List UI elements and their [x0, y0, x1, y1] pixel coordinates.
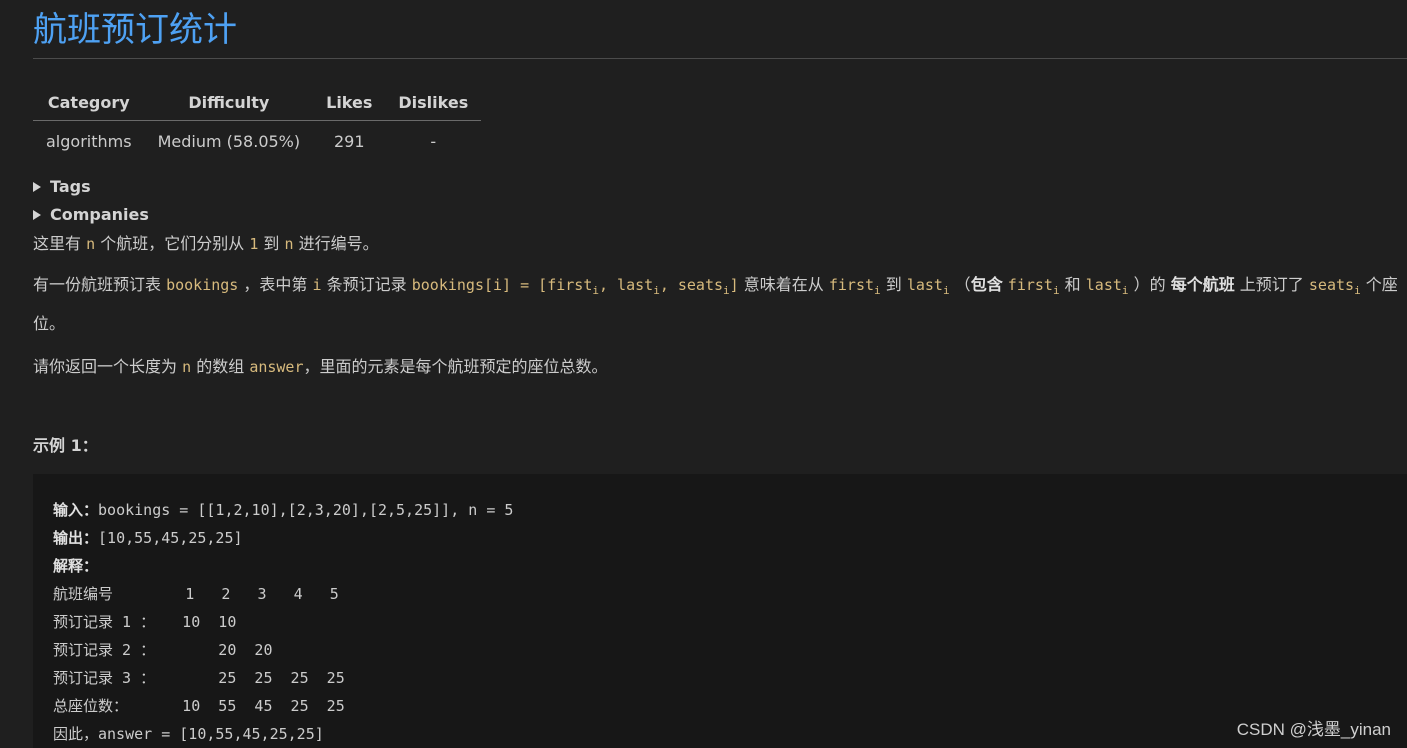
meta-header-likes: Likes [313, 87, 386, 121]
subscript: i [723, 284, 730, 297]
inline-code: lasti [1085, 276, 1129, 297]
input-label: 输入： [53, 501, 99, 519]
text: ）的 [1128, 275, 1171, 294]
text: 个航班，它们分别从 [95, 234, 250, 253]
problem-page: 航班预订统计 Category Difficulty Likes Dislike… [0, 0, 1407, 748]
subscript: i [1354, 284, 1361, 297]
subscript: i [942, 284, 950, 297]
inline-code: seatsi [1308, 276, 1361, 297]
inline-code: n [182, 358, 192, 376]
description-paragraph-3: 请你返回一个长度为 n 的数组 answer，里面的元素是每个航班预定的座位总数… [33, 350, 1407, 384]
meta-value-row: algorithms Medium (58.05%) 291 - [33, 121, 481, 158]
code-part: ] [729, 276, 739, 294]
subscript: i [874, 284, 881, 297]
code-part: , last [599, 276, 654, 294]
text: 条预订记录 [321, 275, 412, 294]
code-part: , seats [659, 276, 724, 294]
text: ，表中第 [238, 275, 313, 294]
text: 意味着在从 [738, 275, 829, 294]
inline-code: bookings[i] = [firsti, lasti, seatsi] [411, 276, 739, 297]
problem-meta-table: Category Difficulty Likes Dislikes algor… [33, 87, 482, 158]
meta-difficulty: Medium (58.05%) [157, 132, 301, 151]
meta-header-row: Category Difficulty Likes Dislikes [33, 87, 482, 121]
bold-text: 包含 [970, 275, 1003, 294]
inline-code: firsti [828, 276, 881, 297]
text: （ [949, 275, 971, 294]
subscript: i [592, 284, 599, 297]
output-label: 输出： [53, 529, 99, 547]
meta-category: algorithms [46, 132, 132, 151]
bold-text: 每个航班 [1170, 275, 1235, 294]
meta-dislikes: - [430, 132, 437, 151]
example-code-block: 输入：bookings = [[1,2,10],[2,3,20],[2,5,25… [33, 474, 1407, 748]
tags-toggle[interactable]: Tags [33, 173, 1407, 201]
code-part: first [1007, 276, 1053, 294]
inline-code: answer [249, 358, 304, 376]
inline-code: i [312, 276, 322, 294]
meta-header-category: Category [33, 87, 145, 121]
meta-header-dislikes: Dislikes [385, 87, 482, 121]
explain-line: 预订记录 3 ： 25 25 25 25 [53, 669, 345, 687]
code-part: seats [1308, 276, 1355, 294]
inline-code: 1 [249, 235, 259, 253]
input-value: bookings = [[1,2,10],[2,3,20],[2,5,25]],… [98, 501, 514, 519]
text: 和 [1059, 275, 1086, 294]
explain-line: 预订记录 2 ： 20 20 [53, 641, 273, 659]
inline-code: n [86, 235, 96, 253]
page-title: 航班预订统计 [33, 0, 1407, 59]
explain-line: 预订记录 1 ： 10 10 [53, 613, 237, 631]
description-paragraph-1: 这里有 n 个航班，它们分别从 1 到 n 进行编号。 [33, 227, 1407, 261]
explain-line: 航班编号 1 2 3 4 5 [53, 585, 339, 603]
code-part: last [906, 276, 943, 294]
text: 到 [258, 234, 285, 253]
inline-code: lasti [906, 276, 950, 297]
subscript: i [1121, 284, 1129, 297]
example-heading: 示例 1： [33, 436, 98, 455]
tags-label: Tags [50, 177, 91, 196]
meta-header-difficulty: Difficulty [144, 87, 314, 121]
text: 这里有 [33, 234, 87, 253]
companies-label: Companies [50, 205, 149, 224]
explain-line: 因此，answer = [10,55,45,25,25] [53, 725, 324, 743]
meta-likes: 291 [333, 132, 365, 151]
code-part: first [828, 276, 875, 294]
text: 进行编号。 [293, 234, 379, 253]
expand-triangle-icon [33, 210, 41, 220]
csdn-watermark: CSDN @浅墨_yinan [1236, 720, 1391, 739]
inline-code: n [284, 235, 294, 253]
text: 到 [880, 275, 907, 294]
text: 请你返回一个长度为 [33, 357, 183, 376]
output-value: [10,55,45,25,25] [98, 529, 243, 547]
companies-toggle[interactable]: Companies [33, 201, 1407, 229]
inline-code: firsti [1007, 276, 1060, 297]
subscript: i [653, 284, 660, 297]
inline-code: bookings [166, 276, 239, 294]
expand-triangle-icon [33, 182, 41, 192]
description-paragraph-2: 有一份航班预订表 bookings ，表中第 i 条预订记录 bookings[… [33, 268, 1407, 340]
details-section: Tags Companies [33, 173, 1407, 229]
text: ，里面的元素是每个航班预定的座位总数。 [303, 357, 608, 376]
text: 的数组 [191, 357, 250, 376]
text: 上预订了 [1234, 275, 1309, 294]
text: 有一份航班预订表 [33, 275, 167, 294]
explain-line: 总座位数： 10 55 45 25 25 [53, 697, 345, 715]
code-part: bookings[i] = [first [411, 276, 593, 294]
explain-label: 解释： [53, 557, 99, 575]
code-part: last [1085, 276, 1122, 294]
subscript: i [1052, 284, 1060, 297]
